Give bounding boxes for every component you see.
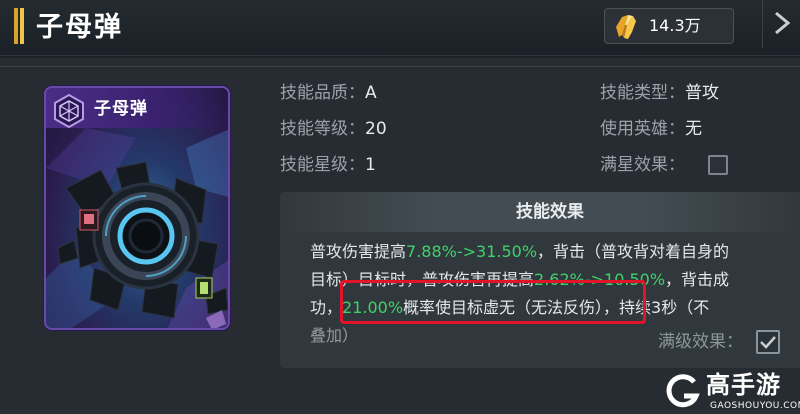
card-header: 子母弹 xyxy=(46,88,228,128)
gold-crystal-icon xyxy=(616,15,636,39)
attr-level-value: 20 xyxy=(365,119,387,139)
attr-star-label: 技能星级： xyxy=(280,155,365,175)
attr-type: 技能类型：普攻 xyxy=(600,80,719,106)
currency-value: 14.3万 xyxy=(649,16,701,35)
attr-hero: 使用英雄：无 xyxy=(600,116,702,142)
watermark-text: 高手游 xyxy=(706,371,781,399)
page-title: 子母弹 xyxy=(36,12,123,43)
full-star-checkbox[interactable] xyxy=(708,155,728,175)
attr-hero-value: 无 xyxy=(685,119,702,139)
header-bar: 子母弹 14.3万 xyxy=(0,0,800,56)
g-logo-icon xyxy=(666,374,700,408)
attr-type-value: 普攻 xyxy=(685,83,719,103)
max-level-label: 满级效果： xyxy=(658,332,743,352)
card-skill-name: 子母弹 xyxy=(94,99,148,119)
checkmark-icon xyxy=(760,336,776,349)
attr-hero-label: 使用英雄： xyxy=(600,119,685,139)
hexagon-emblem-icon xyxy=(54,94,84,128)
effect-title: 技能效果 xyxy=(516,202,584,222)
attr-quality: 技能品质：A xyxy=(280,80,377,106)
close-button[interactable] xyxy=(762,0,800,48)
title-accent-icon xyxy=(14,8,24,44)
effect-value-1: 7.88%->31.50% xyxy=(406,242,538,261)
skill-card[interactable]: 子母弹 xyxy=(44,86,230,330)
max-level-checkbox[interactable] xyxy=(756,330,780,354)
attr-quality-label: 技能品质： xyxy=(280,83,365,103)
currency-display[interactable]: 14.3万 xyxy=(604,8,734,44)
attr-star: 技能星级：1 xyxy=(280,152,376,178)
watermark: 高手游 GAOSHOUYOU.COM xyxy=(660,370,800,414)
attr-type-label: 技能类型： xyxy=(600,83,685,103)
panel-divider xyxy=(0,66,800,67)
attr-full-star: 满星效果： xyxy=(600,152,685,178)
attr-level-label: 技能等级： xyxy=(280,119,365,139)
effect-line-1: 普攻伤害提高7.88%->31.50%，背击（普攻背对着自身的 xyxy=(310,242,730,261)
attr-full-star-label: 满星效果： xyxy=(600,155,685,175)
close-chevron-icon xyxy=(775,11,791,35)
cluster-bomb-art xyxy=(46,128,228,328)
annotation-highlight-box xyxy=(340,280,646,324)
attr-star-value: 1 xyxy=(365,155,376,175)
attr-level: 技能等级：20 xyxy=(280,116,387,142)
watermark-subtext: GAOSHOUYOU.COM xyxy=(710,401,800,411)
attr-quality-value: A xyxy=(365,83,377,103)
